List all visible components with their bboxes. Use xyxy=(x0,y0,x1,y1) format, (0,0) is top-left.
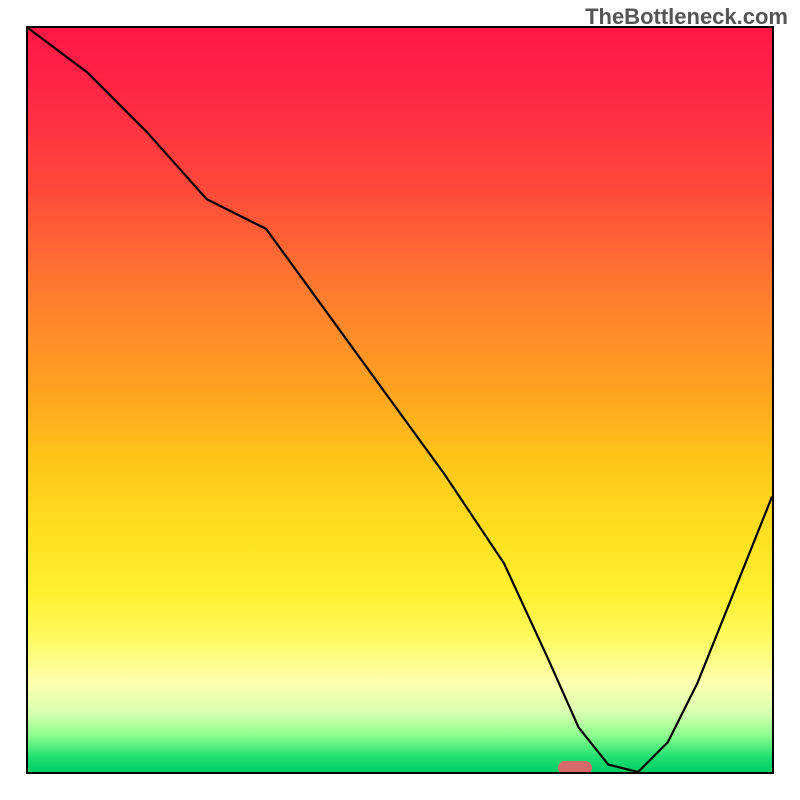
plot-area xyxy=(26,26,774,774)
chart-container: TheBottleneck.com xyxy=(0,0,800,800)
curve-svg xyxy=(28,28,772,772)
watermark-text: TheBottleneck.com xyxy=(585,4,788,30)
optimal-marker xyxy=(558,761,592,774)
bottleneck-curve xyxy=(28,28,772,772)
